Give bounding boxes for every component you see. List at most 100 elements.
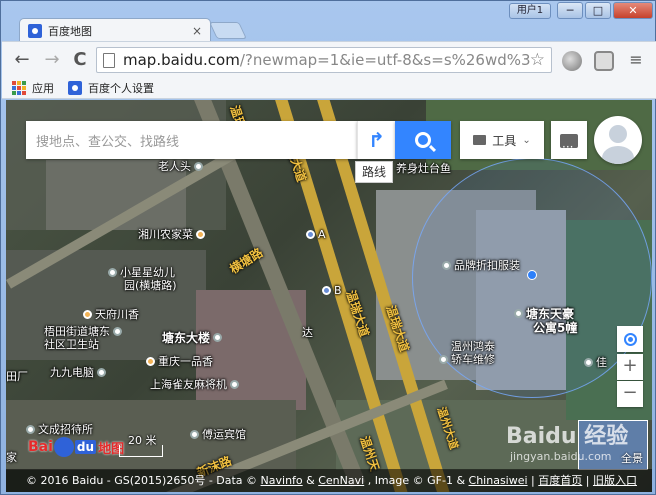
bookmark-label: 应用 <box>32 81 54 95</box>
tab-close-icon[interactable]: × <box>192 24 202 38</box>
poi-dot-icon <box>97 367 106 377</box>
message-icon <box>560 128 578 166</box>
baidu-map-logo: Bai du 地图 <box>28 437 124 457</box>
building-icon <box>514 309 523 318</box>
copyright-sep: | <box>527 474 539 487</box>
poi-label: 佳 <box>596 356 607 369</box>
poi-label: 轿车维修 <box>451 353 495 366</box>
watermark: Baidu 经验 <box>506 424 629 449</box>
baidu-paw-icon <box>28 23 42 38</box>
poi-marker[interactable]: 佳 <box>584 354 607 370</box>
poi-label-line: 社区卫生站 <box>44 336 99 352</box>
url-host: map.baidu.com <box>123 51 240 69</box>
search-button[interactable] <box>395 121 451 159</box>
browser-window: 百度地图 × 用户1 ─ □ ✕ ← → C map.baidu.com/?ne… <box>0 0 656 495</box>
copyright-image: , Image © GF-1 & <box>364 474 469 487</box>
poi-marker[interactable]: 达 <box>302 324 313 340</box>
minimize-button[interactable]: ─ <box>557 2 583 19</box>
search-input[interactable]: 搜地点、查公交、找路线 <box>26 121 357 159</box>
bookmark-baidu-settings[interactable]: 百度个人设置 <box>68 80 154 96</box>
search-icon <box>415 132 431 148</box>
apps-grid-icon <box>12 80 26 95</box>
poi-marker[interactable]: A <box>306 228 326 241</box>
profile-button[interactable]: 用户1 <box>509 3 551 19</box>
baidu-paw-icon <box>53 437 74 457</box>
poi-dot-icon <box>26 424 35 434</box>
poi-label: 老人头 <box>158 160 191 173</box>
bookmark-star-icon[interactable]: ☆ <box>530 50 545 70</box>
poi-marker[interactable]: 塘东大楼 <box>162 329 225 346</box>
tab-baidu-map[interactable]: 百度地图 × <box>19 18 211 42</box>
poi-label: 品牌折扣服装 <box>454 259 520 272</box>
chinasiwei-link[interactable]: Chinasiwei <box>469 474 528 487</box>
locate-icon <box>623 332 637 346</box>
poi-label-line: 园(横塘路) <box>124 277 177 293</box>
navinfo-link[interactable]: Navinfo <box>261 474 303 487</box>
search-placeholder: 搜地点、查公交、找路线 <box>36 134 180 150</box>
poi-marker[interactable]: 文成招待所 <box>26 421 93 437</box>
bookmark-apps[interactable]: 应用 <box>12 80 54 96</box>
poi-dot-icon <box>190 429 199 439</box>
poi-label: 九九电脑 <box>50 366 94 379</box>
poi-label: 天府川香 <box>95 308 139 321</box>
poi-dot-icon <box>113 326 122 336</box>
reload-button[interactable]: C <box>68 48 92 72</box>
poi-dot-icon <box>442 260 451 270</box>
poi-marker[interactable]: 天府川香 <box>83 306 139 322</box>
poi-marker[interactable]: 老人头 <box>158 158 206 174</box>
poi-marker[interactable]: 家 <box>6 449 17 465</box>
poi-marker[interactable]: 湘川农家菜 <box>138 226 208 242</box>
browser-toolbar: ← → C map.baidu.com/?newmap=1&ie=utf-8&s… <box>2 41 656 77</box>
poi-marker[interactable]: 上海雀友麻将机 <box>150 376 242 392</box>
old-version-link[interactable]: 旧版入口 <box>593 474 637 487</box>
toolbox-icon <box>473 135 487 145</box>
forward-button[interactable]: → <box>40 48 64 72</box>
zoom-in-button[interactable]: + <box>617 354 643 380</box>
bookmarks-bar: 应用 百度个人设置 <box>2 77 656 99</box>
poi-label: 达 <box>302 326 313 339</box>
messages-button[interactable] <box>551 121 587 166</box>
baidu-home-link[interactable]: 百度首页 <box>538 474 582 487</box>
zoom-out-button[interactable]: − <box>617 381 643 407</box>
chevron-down-icon: ⌄ <box>522 134 531 146</box>
logo-du: du <box>74 440 97 454</box>
restaurant-icon <box>196 229 205 239</box>
new-tab-button[interactable] <box>209 22 247 39</box>
poi-label: 园(横塘路) <box>124 279 177 292</box>
poi-dot-icon <box>439 354 448 364</box>
poi-marker[interactable]: 傅运宾馆 <box>190 426 246 442</box>
copyright-sep: & <box>302 474 319 487</box>
poi-marker[interactable]: 田厂 <box>6 368 28 384</box>
page-icon <box>103 52 115 68</box>
back-button[interactable]: ← <box>10 48 34 72</box>
close-window-button[interactable]: ✕ <box>613 2 653 19</box>
poi-label: 湘川农家菜 <box>138 228 193 241</box>
tab-strip: 百度地图 × 用户1 ─ □ ✕ <box>1 1 656 42</box>
poi-marker[interactable]: 品牌折扣服装 <box>442 257 520 273</box>
poi-pin-icon <box>322 286 331 295</box>
map-canvas[interactable]: 温瑞大道 温瑞大道 横塘路 温瑞大道 温瑞大道 温州天 温州大道 新沫路 老人头… <box>6 100 652 492</box>
menu-icon[interactable]: ≡ <box>624 48 648 72</box>
cennavi-link[interactable]: CenNavi <box>318 474 364 487</box>
poi-marker[interactable]: 重庆一品香 <box>146 353 213 369</box>
poi-label: B <box>334 284 342 297</box>
poi-label: 公寓5幢 <box>533 321 578 335</box>
poi-marker[interactable]: 轿车维修 <box>439 351 495 367</box>
shield-extension-icon[interactable] <box>594 51 614 71</box>
poi-label: 文成招待所 <box>38 423 93 436</box>
poi-marker[interactable]: 养身灶台鱼 <box>396 160 451 176</box>
poi-pin-icon <box>306 230 315 239</box>
maximize-button[interactable]: □ <box>585 2 611 19</box>
locate-me-button[interactable] <box>617 326 643 352</box>
route-button[interactable]: ↱ <box>357 121 395 159</box>
poi-marker[interactable]: 九九电脑 <box>50 364 109 380</box>
address-bar[interactable]: map.baidu.com/?newmap=1&ie=utf-8&s=s%26w… <box>96 47 552 73</box>
poi-label: 养身灶台鱼 <box>396 162 451 175</box>
route-arrow-icon: ↱ <box>368 128 385 152</box>
tools-button[interactable]: 工具 ⌄ <box>460 121 544 159</box>
globe-extension-icon[interactable] <box>562 51 582 71</box>
poi-label: 傅运宾馆 <box>202 428 246 441</box>
avatar[interactable] <box>594 116 642 164</box>
poi-marker[interactable]: B <box>322 284 342 297</box>
poi-label: A <box>318 228 326 241</box>
